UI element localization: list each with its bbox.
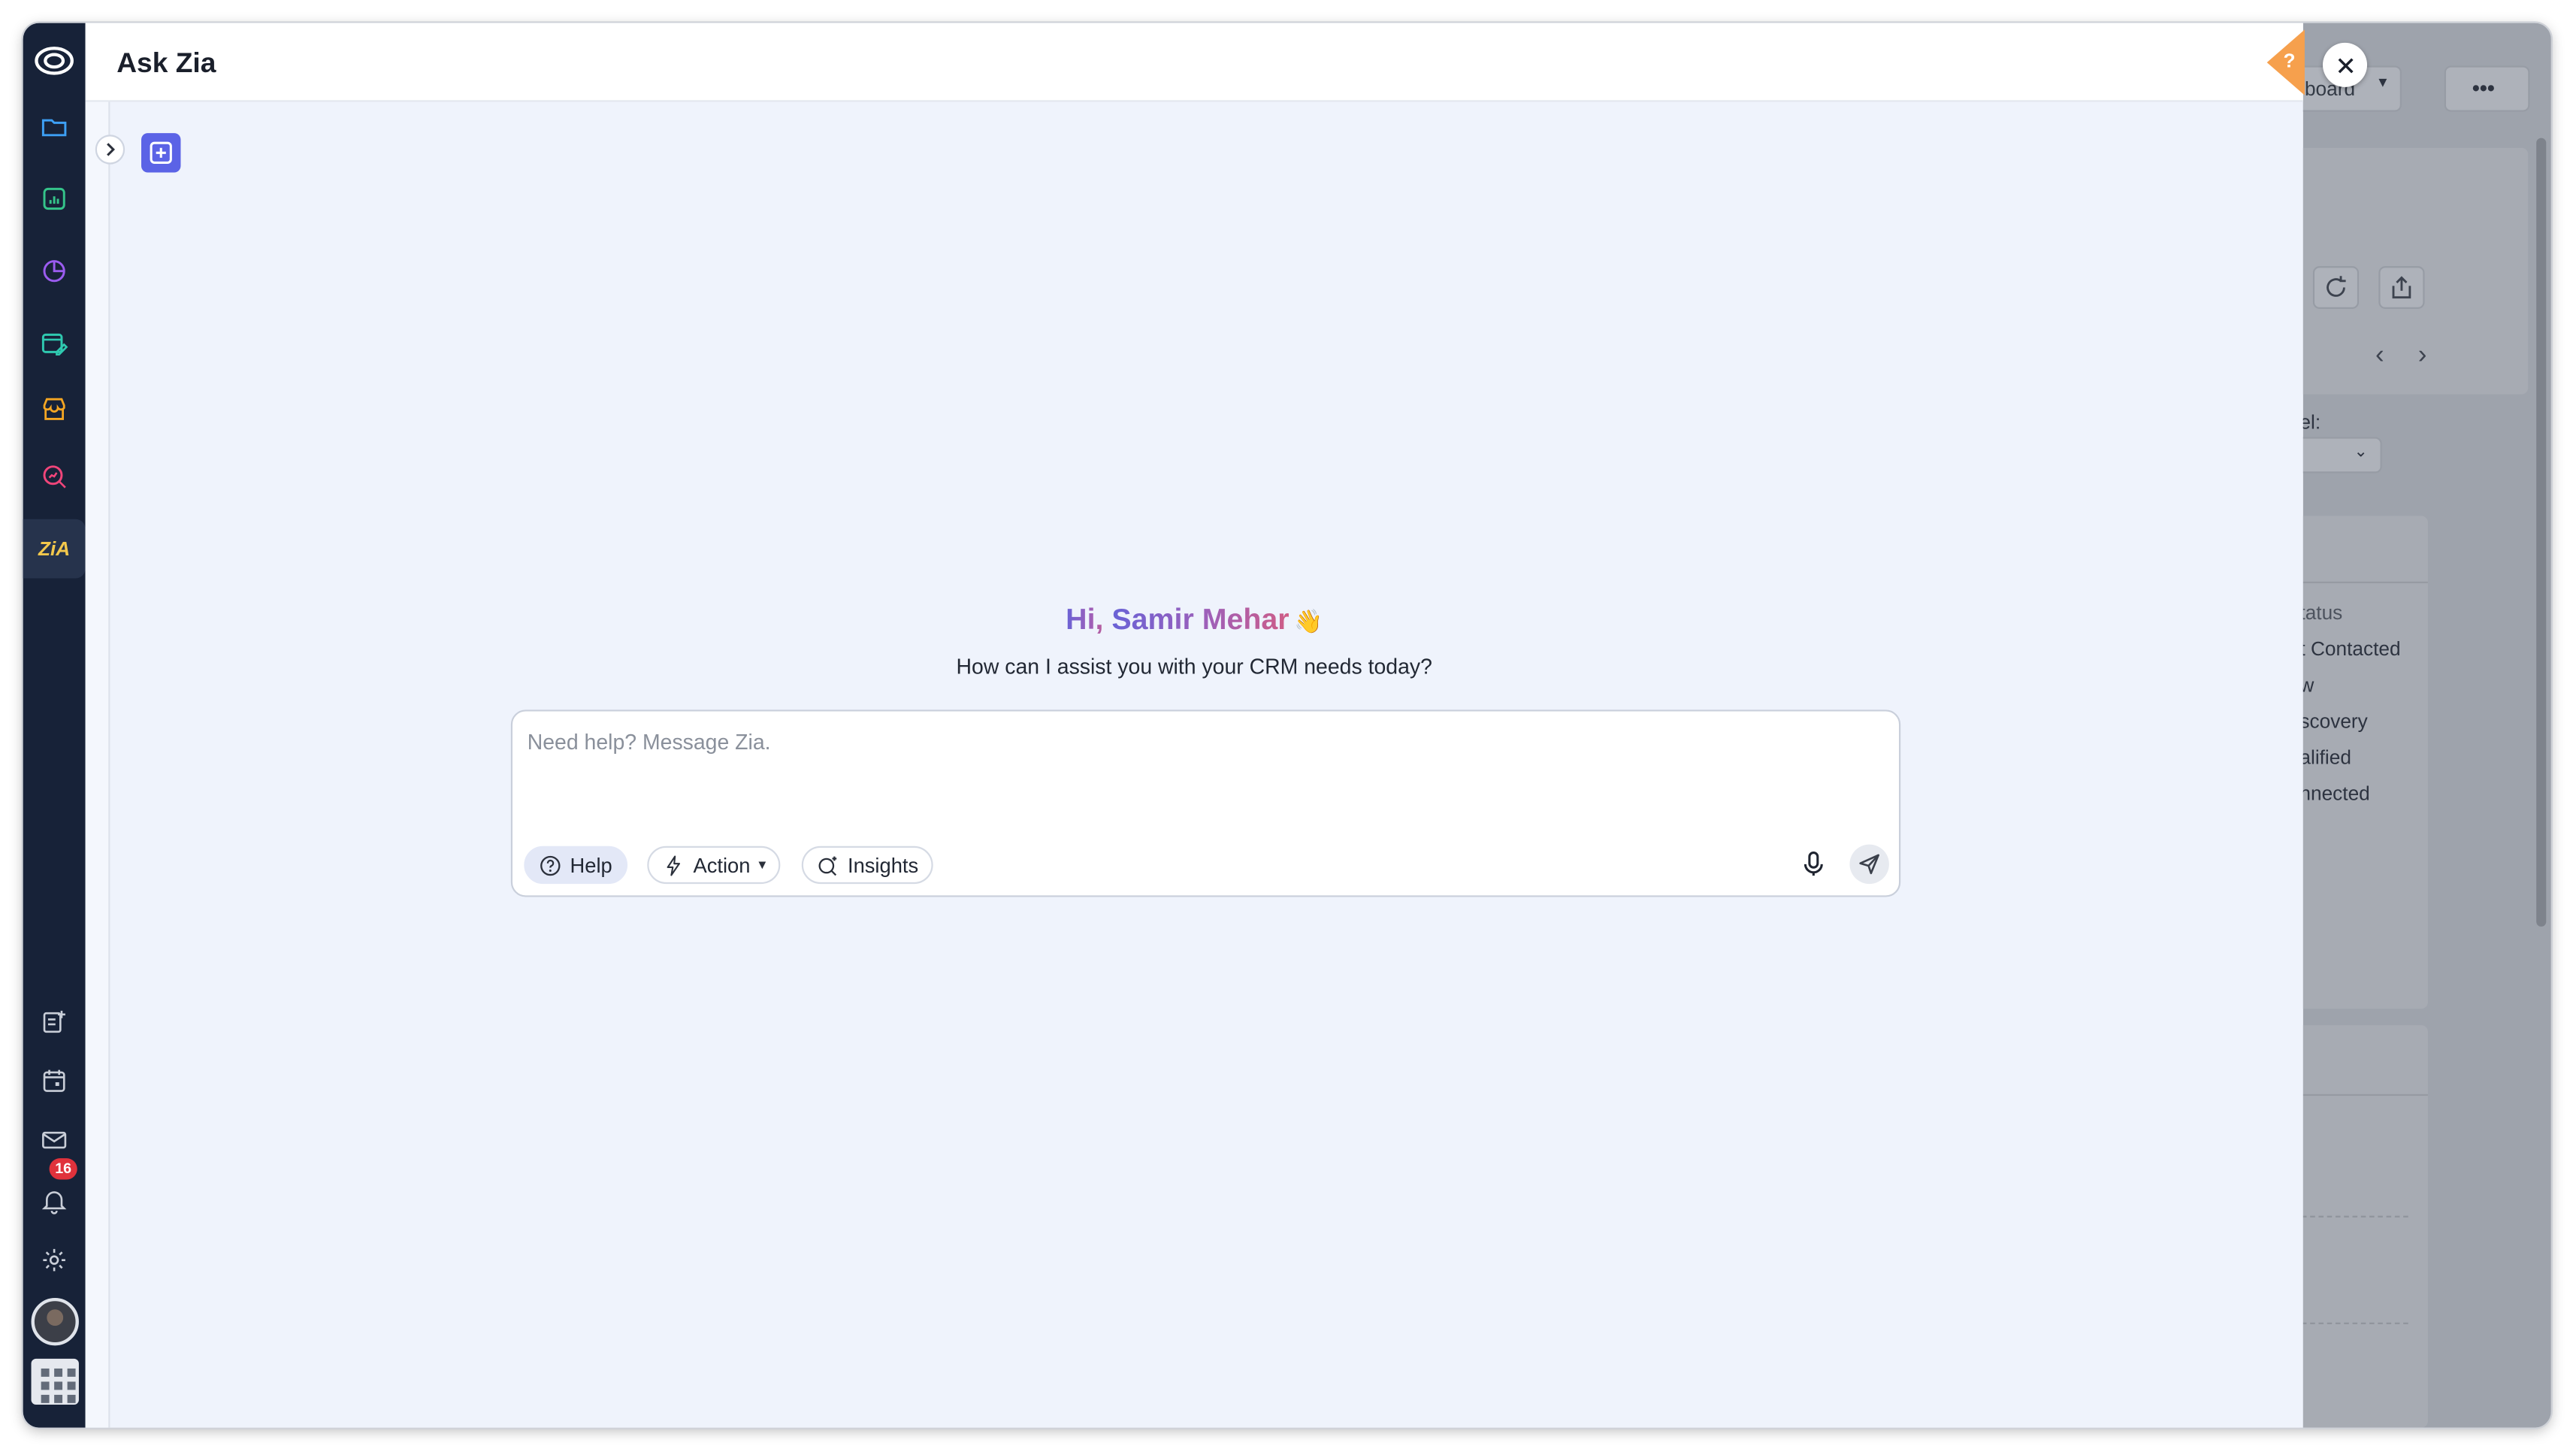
panel-header: Ask Zia [85, 23, 2303, 102]
more-icon: ••• [2472, 75, 2495, 101]
bg-lower-panel [2293, 1025, 2428, 1428]
scrollbar[interactable] [2536, 138, 2547, 927]
bg-more-button: ••• [2444, 65, 2530, 112]
wave-emoji: 👋 [1294, 607, 1323, 634]
calendar-edit-icon[interactable] [23, 314, 86, 374]
app-window: board ▾ ••• ‹ › el: ⌄ tatus t Contacted … [23, 23, 2551, 1428]
insights-chip-label: Insights [847, 853, 919, 877]
caret-down-icon: ▾ [758, 855, 766, 873]
greeting-prefix: Hi, [1066, 603, 1112, 636]
help-tab-label: ? [2283, 49, 2296, 73]
microphone-icon [1804, 852, 1823, 876]
refresh-icon [2312, 266, 2360, 309]
bg-filter-panel: ‹ › [2293, 147, 2529, 395]
help-circle-icon [540, 855, 561, 876]
bell-icon[interactable]: 16 [23, 1158, 86, 1231]
expand-sidebar-button[interactable] [95, 135, 125, 165]
search-analytics-icon[interactable] [23, 447, 86, 507]
action-chip[interactable]: Action ▾ [647, 845, 781, 885]
apps-grid-icon[interactable] [31, 1358, 79, 1405]
new-chat-button[interactable] [141, 133, 181, 173]
bg-status-item: scovery [2299, 709, 2368, 733]
export-icon [2378, 266, 2425, 309]
panel-title: Ask Zia [116, 47, 216, 79]
chevron-down-icon: ▾ [2378, 74, 2387, 92]
action-chip-label: Action [693, 853, 751, 877]
notification-badge: 16 [49, 1158, 77, 1180]
zia-logo-text: ZiA [38, 537, 71, 561]
greeting-subtitle: How can I assist you with your CRM needs… [956, 654, 1432, 679]
bg-status-item: alified [2299, 746, 2351, 770]
bg-status-item: t Contacted [2299, 637, 2401, 661]
ask-zia-panel: Ask Zia Hi, Samir Mehar 👋 How can I assis… [85, 23, 2303, 1428]
gear-icon[interactable] [23, 1230, 86, 1290]
background-crm-page: board ▾ ••• ‹ › el: ⌄ tatus t Contacted … [2286, 23, 2551, 1428]
chat-history-sidebar [85, 101, 110, 1428]
close-icon [2337, 57, 2353, 73]
bolt-icon [667, 855, 680, 876]
add-note-icon[interactable] [23, 992, 86, 1051]
send-button[interactable] [1849, 844, 1889, 885]
message-input[interactable] [527, 724, 1875, 758]
greeting: Hi, Samir Mehar 👋 [86, 603, 2303, 637]
analytics-icon[interactable] [23, 169, 86, 228]
help-chip-label: Help [570, 853, 612, 877]
chevron-down-icon: ⌄ [2354, 443, 2368, 462]
app-sidebar: ZiA 16 [23, 23, 86, 1428]
store-icon[interactable] [23, 380, 86, 439]
microphone-button[interactable] [1799, 849, 1828, 879]
avatar[interactable] [31, 1297, 79, 1346]
bg-status-item: nnected [2299, 782, 2370, 806]
close-panel-button[interactable] [2323, 42, 2368, 87]
plus-square-icon [150, 141, 172, 164]
folder-icon[interactable] [23, 97, 86, 156]
insights-chip[interactable]: Insights [801, 845, 933, 885]
insights-icon [818, 855, 837, 876]
zoho-crm-logo[interactable] [23, 32, 86, 91]
pie-chart-icon[interactable] [23, 241, 86, 301]
chevron-right-icon [107, 143, 115, 156]
chevron-right-icon: › [2417, 341, 2427, 370]
chevron-left-icon: ‹ [2375, 341, 2384, 370]
bg-status-header: tatus [2299, 601, 2343, 625]
greeting-name: Samir Mehar [1111, 603, 1290, 636]
help-tab[interactable]: ? [2262, 29, 2305, 95]
help-chip[interactable]: Help [524, 845, 627, 885]
send-icon [1859, 854, 1880, 875]
calendar-icon[interactable] [23, 1051, 86, 1111]
message-composer: Help Action ▾ Insights [510, 709, 1901, 897]
zia-icon[interactable]: ZiA [23, 519, 86, 579]
